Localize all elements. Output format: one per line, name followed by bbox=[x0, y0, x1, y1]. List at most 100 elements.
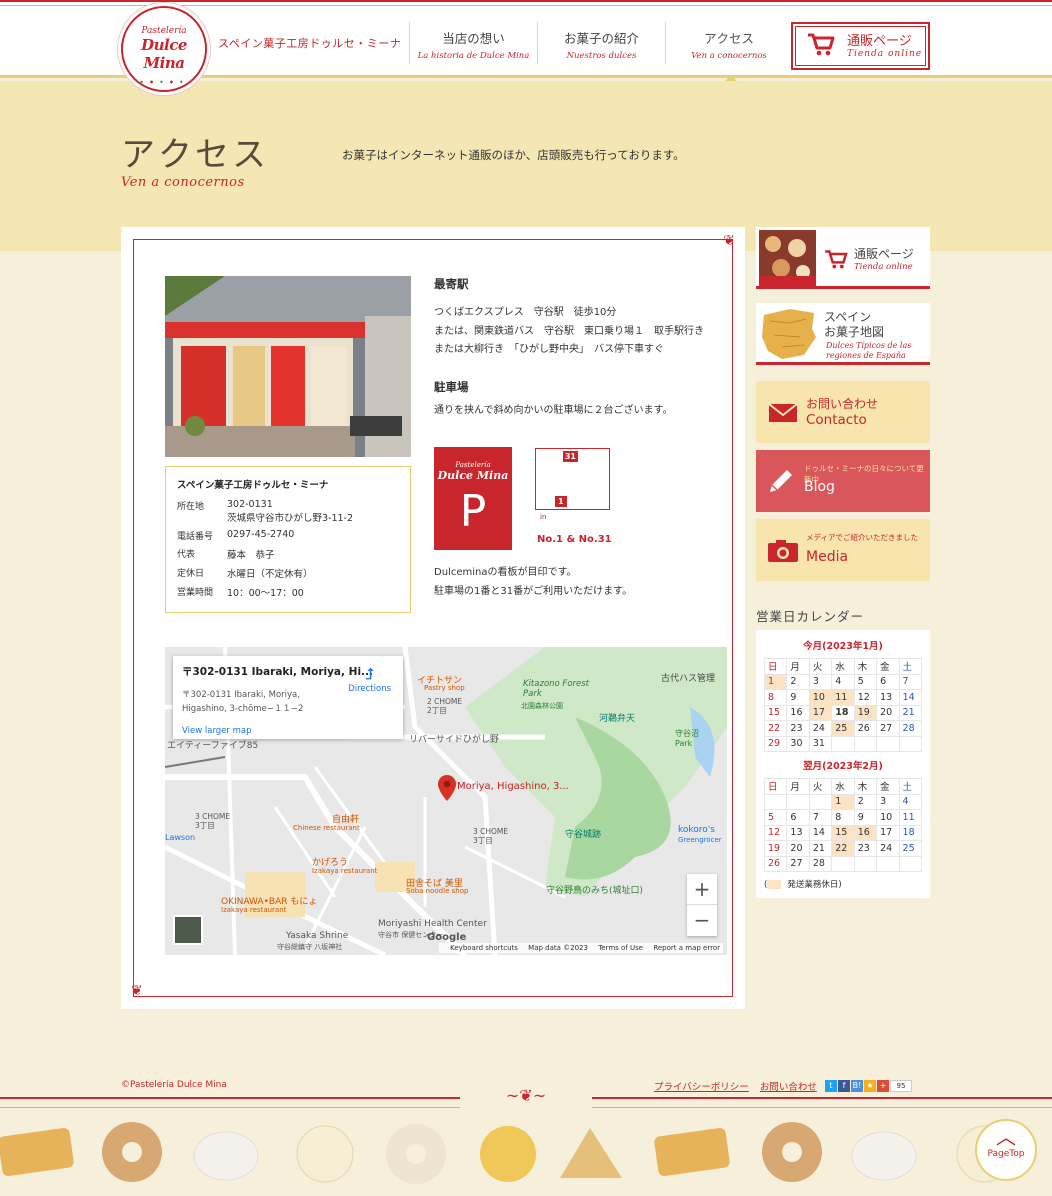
calendar-day: 5 bbox=[853, 673, 878, 690]
nav-history[interactable]: 当店の想い La historia de Dulce Mina bbox=[409, 22, 537, 64]
footer-contact-link[interactable]: お問い合わせ bbox=[760, 1082, 817, 1093]
contact-label: お問い合わせ bbox=[806, 397, 879, 411]
calendar-day: 16 bbox=[853, 824, 878, 841]
calendar-day: 24 bbox=[876, 840, 900, 857]
calendar-day: 10 bbox=[876, 809, 900, 826]
calendar-weekday: 水 bbox=[831, 658, 855, 675]
sidebar-shop-label: 通販ページ bbox=[854, 247, 914, 261]
facebook-icon[interactable]: f bbox=[838, 1080, 850, 1092]
terms-link[interactable]: Terms of Use bbox=[598, 944, 643, 952]
calendar-day: 15 bbox=[763, 704, 788, 721]
calendar-day bbox=[831, 855, 855, 872]
zoom-out-button[interactable]: − bbox=[687, 905, 717, 936]
calendar-weekday: 木 bbox=[853, 658, 878, 675]
directions-label: Directions bbox=[348, 684, 391, 694]
map-label: Izakaya restaurant bbox=[221, 906, 287, 914]
map-layer-toggle[interactable] bbox=[173, 915, 203, 945]
page-hero: アクセス Ven a conocernos お菓子はインターネット通販のほか、店… bbox=[0, 81, 1052, 251]
keyboard-shortcuts-link[interactable]: Keyboard shortcuts bbox=[450, 944, 518, 952]
map-data-text: Map data ©2023 bbox=[528, 944, 588, 952]
station-line: または大柳行き 「ひがし野中央」 バス停下車すぐ bbox=[434, 344, 664, 355]
calendar-table: 日月火水木金土 1 2 3 4 5 6 7 8 9 10 11 12 13 14 15 16 17 18 19 20 21… bbox=[763, 778, 923, 872]
calendar-day: 13 bbox=[876, 689, 900, 706]
map-card-address-line: Higashino, 3-chōme−１１−2 bbox=[182, 704, 304, 714]
page-top-label: PageTop bbox=[987, 1149, 1025, 1159]
spain-map-sublabel-1: Dulces Típicos de las bbox=[826, 341, 912, 350]
sweets-illustration-strip bbox=[0, 1118, 1052, 1196]
nav-sweets[interactable]: お菓子の紹介 Nuestros dulces bbox=[537, 22, 665, 64]
calendar-weekday: 火 bbox=[808, 658, 833, 675]
address-key: 所在地 bbox=[177, 502, 205, 512]
google-plus-icon[interactable]: + bbox=[877, 1080, 889, 1092]
map-info-card: 〒302-0131 Ibaraki, Moriya, Hi... 〒302-01… bbox=[173, 656, 403, 739]
directions-icon: ⮥ bbox=[364, 664, 375, 683]
directions-button[interactable]: ⮥ Directions bbox=[348, 664, 391, 694]
shop-name[interactable]: スペイン菓子工房ドゥルセ・ミーナ bbox=[218, 35, 401, 51]
nav-access[interactable]: アクセス Ven a conocernos bbox=[665, 22, 793, 82]
owner-key: 代表 bbox=[177, 550, 196, 560]
calendar-day: 26 bbox=[763, 855, 788, 872]
calendar-day: 22 bbox=[831, 840, 855, 857]
twitter-icon[interactable]: t bbox=[825, 1080, 837, 1092]
calendar-week-row: 29 30 31 bbox=[763, 735, 923, 752]
calendar-weekday: 日 bbox=[763, 778, 788, 795]
calendar-day: 14 bbox=[808, 824, 833, 841]
report-error-link[interactable]: Report a map error bbox=[653, 944, 720, 952]
calendar-title: 営業日カレンダー bbox=[756, 609, 865, 624]
bookmark-icon[interactable]: ★ bbox=[864, 1080, 876, 1092]
calendar-day bbox=[763, 793, 788, 810]
site-logo[interactable]: Pastelería Dulce Mina ••••• bbox=[121, 6, 207, 92]
station-heading: 最寄駅 bbox=[434, 277, 469, 291]
google-map[interactable]: イチトサン Pastry shop Kitazono Forest Park 北… bbox=[165, 647, 727, 955]
calendar-day: 7 bbox=[808, 809, 833, 826]
calendar-day: 15 bbox=[831, 824, 855, 841]
sidebar-contact-banner[interactable]: お問い合わせ Contacto bbox=[756, 381, 930, 443]
map-pin-icon[interactable] bbox=[438, 775, 456, 801]
nav-history-label: 当店の想い bbox=[442, 31, 505, 46]
sidebar-media-banner[interactable]: メディアでご紹介いただきました Media bbox=[756, 519, 930, 581]
calendar-day: 31 bbox=[808, 735, 833, 752]
calendar-weekday: 月 bbox=[786, 778, 810, 795]
media-sublabel: Media bbox=[806, 549, 849, 565]
calendar-day bbox=[808, 793, 833, 810]
sidebar-spain-map-banner[interactable]: スペイン お菓子地図 Dulces Típicos de las regione… bbox=[756, 303, 930, 365]
sidebar-shop-banner[interactable]: 通販ページ Tienda online bbox=[756, 227, 930, 289]
calendar-weekday: 月 bbox=[786, 658, 810, 675]
nav-sweets-sublabel: Nuestros dulces bbox=[566, 51, 637, 61]
online-shop-button[interactable]: 通販ページ Tienda online bbox=[791, 22, 930, 70]
station-line: つくばエクスプレス 守谷駅 徒歩10分 bbox=[434, 307, 617, 318]
calendar-day: 16 bbox=[786, 704, 810, 721]
view-larger-map-link[interactable]: View larger map bbox=[182, 726, 394, 736]
map-label: リバーサイドひがし野 bbox=[409, 735, 499, 745]
store-name: スペイン菓子工房ドゥルセ・ミーナ bbox=[177, 480, 329, 491]
calendar-day bbox=[876, 855, 900, 872]
calendar-week-row: 1234567 bbox=[763, 673, 923, 690]
zoom-in-button[interactable]: + bbox=[687, 874, 717, 905]
calendar-day: 13 bbox=[786, 824, 810, 841]
blog-sublabel: Blog bbox=[804, 479, 835, 495]
nav-history-sublabel: La historia de Dulce Mina bbox=[417, 51, 530, 61]
calendar-day: 5 bbox=[763, 809, 788, 826]
page-subtitle: Ven a conocernos bbox=[121, 175, 245, 190]
hatena-icon[interactable]: B! bbox=[851, 1080, 863, 1092]
sidebar-blog-banner[interactable]: ドゥルセ・ミーナの日々について更新中 Blog bbox=[756, 450, 930, 512]
share-count: 95 bbox=[890, 1080, 912, 1092]
store-info-box: スペイン菓子工房ドゥルセ・ミーナ 所在地 302-0131 茨城県守谷市ひがし野3-… bbox=[165, 466, 411, 613]
calendar-day: 21 bbox=[898, 704, 923, 721]
calendar-day: 3 bbox=[876, 793, 900, 810]
map-zoom-control: + − bbox=[687, 874, 717, 936]
calendar-weekday: 火 bbox=[808, 778, 833, 795]
calendar-day: 20 bbox=[876, 704, 900, 721]
cart-icon bbox=[808, 33, 835, 56]
nav-sweets-label: お菓子の紹介 bbox=[563, 31, 639, 46]
privacy-link[interactable]: プライバシーポリシー bbox=[654, 1082, 749, 1093]
calendar-week-row: 15 16 17 18 19 20 21 bbox=[763, 704, 923, 721]
calendar-day: 30 bbox=[786, 735, 810, 752]
map-label: Kitazono Forest Park bbox=[523, 679, 590, 699]
page-top-button[interactable]: ︿ PageTop bbox=[975, 1119, 1037, 1181]
map-label: 2 CHOME 2丁目 bbox=[427, 697, 463, 715]
map-label: Chinese restaurant bbox=[293, 824, 360, 832]
parking-p-icon: P bbox=[459, 486, 487, 537]
map-label: Izakaya restaurant bbox=[312, 867, 378, 875]
chevron-up-icon: ︿ bbox=[996, 1125, 1016, 1149]
